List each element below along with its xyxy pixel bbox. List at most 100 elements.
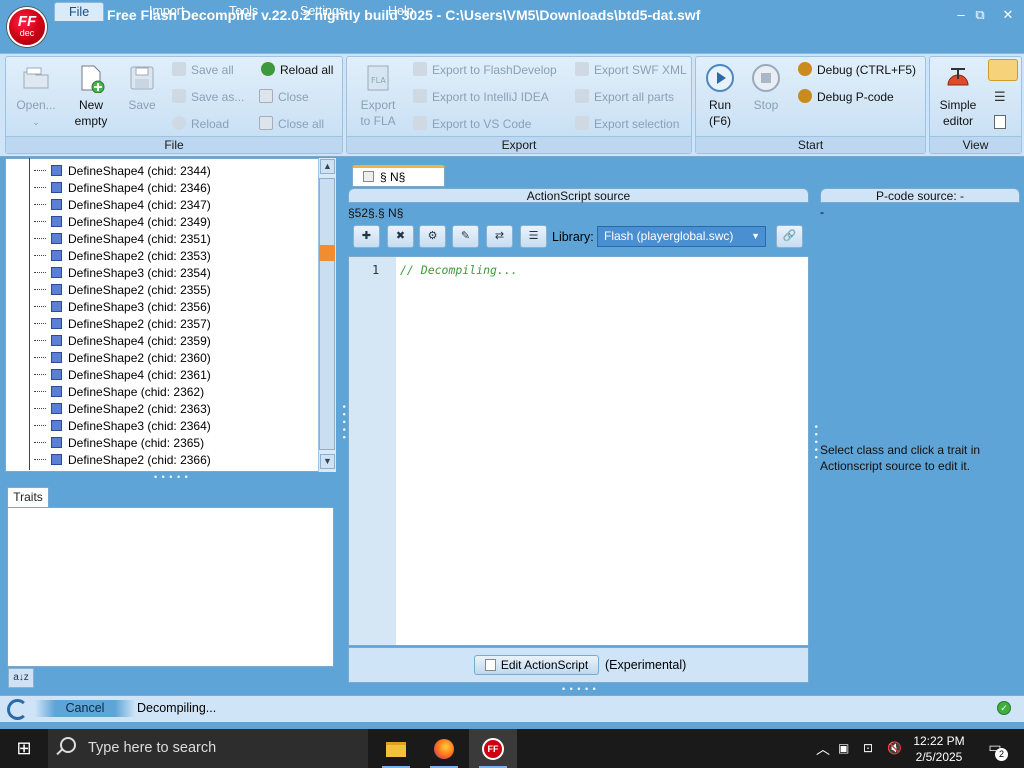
links-icon[interactable]: ⇄: [486, 225, 513, 248]
notification-center-icon[interactable]: ▭ 2: [982, 737, 1008, 761]
tree-item-label: DefineShape3 (chid: 2356): [68, 300, 211, 314]
list-view-icon[interactable]: ☰: [520, 225, 547, 248]
code-text[interactable]: // Decompiling...: [400, 263, 518, 277]
loading-spinner-icon: [7, 699, 28, 720]
shape-tag-icon: [51, 182, 62, 193]
stop-button[interactable]: Stop: [746, 63, 786, 113]
link-settings-icon[interactable]: 🔗: [776, 225, 803, 248]
export-vscode-button[interactable]: Export to VS Code: [413, 115, 531, 133]
view-page-icon[interactable]: [994, 115, 1006, 129]
file-explorer-icon[interactable]: [372, 729, 420, 768]
tree-item[interactable]: DefineShape4 (chid: 2347): [5, 197, 211, 214]
splitter-handle-horizontal[interactable]: • • • • •: [154, 472, 189, 482]
check-ok-icon: ✓: [997, 701, 1011, 715]
tree-item[interactable]: DefineShape2 (chid: 2353): [5, 248, 211, 265]
ribbon-group-start: Run (F6) Stop Debug (CTRL+F5) Debug P-cod…: [695, 56, 926, 154]
run-button[interactable]: Run (F6): [700, 63, 740, 129]
open-button[interactable]: Open... ⌄: [12, 63, 60, 130]
close-doc-icon: [259, 89, 273, 103]
tree-item[interactable]: DefineShape4 (chid: 2361): [5, 367, 211, 384]
menu-tools[interactable]: Tools: [229, 2, 258, 21]
export-swf-xml-button[interactable]: Export SWF XML: [575, 61, 687, 79]
windows-start-icon[interactable]: ⊞: [0, 729, 48, 768]
export-parts-icon: [575, 89, 589, 103]
ffdec-taskbar-icon[interactable]: FF: [469, 729, 517, 768]
tree-item[interactable]: DefineShape3 (chid: 2356): [5, 299, 211, 316]
debug-pcode-button[interactable]: Debug P-code: [798, 88, 894, 106]
actionscript-editor[interactable]: [348, 256, 809, 646]
app-logo-icon[interactable]: FF dec: [7, 7, 47, 47]
close-button[interactable]: Close: [259, 88, 309, 106]
edit-actionscript-button[interactable]: Edit ActionScript: [474, 655, 599, 675]
menu-help[interactable]: Help: [388, 2, 414, 21]
reload-all-icon: [261, 62, 275, 76]
tree-item-label: DefineShape3 (chid: 2354): [68, 266, 211, 280]
tree-item[interactable]: DefineShape4 (chid: 2344): [5, 163, 211, 180]
reload-all-button[interactable]: Reload all: [261, 61, 333, 79]
minimize-button[interactable]: –: [951, 6, 971, 24]
splitter-handle-bottom[interactable]: • • • • •: [562, 684, 597, 694]
menu-bar: [0, 32, 1024, 53]
debug-button[interactable]: Debug (CTRL+F5): [798, 61, 916, 79]
scroll-down-arrow-icon[interactable]: ▼: [320, 454, 335, 469]
tree-item[interactable]: DefineShape (chid: 2365): [5, 435, 204, 452]
simple-editor-button[interactable]: Simple editor: [934, 63, 982, 129]
tree-item[interactable]: DefineShape2 (chid: 2360): [5, 350, 211, 367]
save-button[interactable]: Save: [120, 63, 164, 113]
tab-traits[interactable]: Traits: [7, 487, 49, 507]
tree-item[interactable]: DefineShape3 (chid: 2354): [5, 265, 211, 282]
sort-az-button[interactable]: a↓z: [8, 668, 34, 688]
library-select[interactable]: Flash (playerglobal.swc) ▼: [597, 226, 766, 247]
network-tray-icon[interactable]: ⊡: [863, 741, 873, 755]
menu-file[interactable]: File: [54, 2, 105, 21]
firefox-icon[interactable]: [420, 729, 468, 768]
security-tray-icon[interactable]: ▣: [838, 741, 849, 755]
tree-item[interactable]: DefineShape2 (chid: 2357): [5, 316, 211, 333]
tree-item[interactable]: DefineShape2 (chid: 2363): [5, 401, 211, 418]
shape-tag-icon: [51, 454, 62, 465]
close-window-button[interactable]: ✕: [998, 6, 1018, 24]
view-list-icon[interactable]: ☰: [994, 89, 1006, 105]
ribbon-group-view: Simple editor ☰ View: [929, 56, 1022, 154]
export-flashdevelop-button[interactable]: Export to FlashDevelop: [413, 61, 557, 79]
tab-class-document[interactable]: § N§: [352, 165, 445, 187]
tree-item[interactable]: DefineShape4 (chid: 2349): [5, 214, 211, 231]
maximize-button[interactable]: ⧉: [970, 6, 990, 24]
tree-item[interactable]: DefineShape4 (chid: 2346): [5, 180, 211, 197]
close-all-button[interactable]: Close all: [259, 115, 324, 133]
remove-trait-icon[interactable]: ✖: [387, 225, 414, 248]
export-all-parts-button[interactable]: Export all parts: [575, 88, 674, 106]
volume-muted-icon[interactable]: 🔇: [887, 741, 902, 755]
export-fla-button[interactable]: FLA Export to FLA: [353, 63, 403, 129]
taskbar-clock[interactable]: 12:22 PM 2/5/2025: [906, 733, 972, 765]
tree-item-label: DefineShape (chid: 2365): [68, 436, 205, 450]
edit-pencil-icon[interactable]: ✎: [452, 225, 479, 248]
tree-item[interactable]: DefineShape4 (chid: 2351): [5, 231, 211, 248]
reload-button[interactable]: Reload: [172, 115, 229, 133]
cancel-button[interactable]: Cancel: [35, 700, 135, 717]
tree-item-label: DefineShape2 (chid: 2353): [68, 249, 211, 263]
shape-tag-icon: [51, 318, 62, 329]
save-all-button[interactable]: Save all: [172, 61, 234, 79]
save-as-button[interactable]: Save as...: [172, 88, 244, 106]
tree-item-label: DefineShape2 (chid: 2355): [68, 283, 211, 297]
new-empty-button[interactable]: New empty: [68, 63, 114, 129]
view-folder-toggle-icon[interactable]: [988, 59, 1018, 81]
tree-item-label: DefineShape4 (chid: 2347): [68, 198, 211, 212]
scroll-up-arrow-icon[interactable]: ▲: [320, 159, 335, 174]
deobfuscate-icon[interactable]: ⚙: [419, 225, 446, 248]
show-hidden-icons-chevron-icon[interactable]: ︿: [816, 739, 830, 759]
tree-scroll-thumb[interactable]: [319, 178, 335, 450]
tree-item[interactable]: DefineShape (chid: 2362): [5, 384, 204, 401]
chevron-down-icon: ▼: [751, 231, 760, 241]
export-selection-button[interactable]: Export selection: [575, 115, 679, 133]
add-trait-icon[interactable]: ✚: [353, 225, 380, 248]
menu-import[interactable]: Import: [149, 2, 184, 21]
tree-item[interactable]: DefineShape4 (chid: 2359): [5, 333, 211, 350]
export-intellij-button[interactable]: Export to IntelliJ IDEA: [413, 88, 549, 106]
tree-item[interactable]: DefineShape2 (chid: 2355): [5, 282, 211, 299]
menu-settings[interactable]: Settings: [300, 2, 345, 21]
tree-item[interactable]: DefineShape3 (chid: 2364): [5, 418, 211, 435]
taskbar-search-input[interactable]: Type here to search: [48, 729, 368, 768]
tree-item[interactable]: DefineShape2 (chid: 2366): [5, 452, 211, 469]
